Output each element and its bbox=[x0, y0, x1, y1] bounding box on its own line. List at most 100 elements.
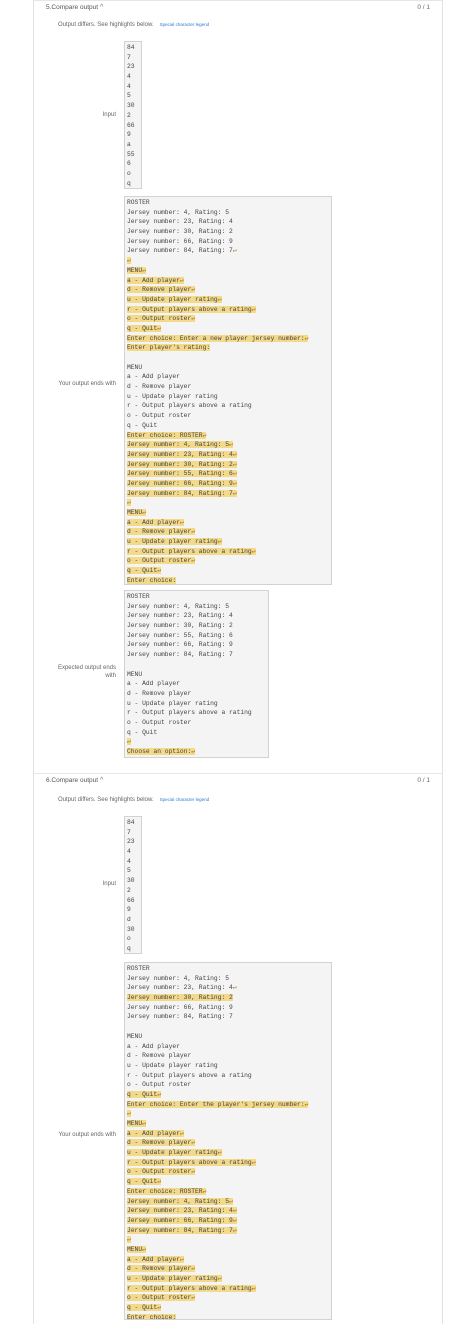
output-line: u - Update player rating↵ bbox=[127, 1148, 329, 1158]
output-line-text: u - Update player rating bbox=[127, 699, 218, 707]
section-title[interactable]: 5.Compare output ^ bbox=[46, 4, 103, 11]
output-line-text: a - Add player bbox=[127, 1129, 180, 1137]
output-line: ↵ bbox=[127, 1109, 329, 1119]
output-line-text: r - Output players above a rating bbox=[127, 1158, 252, 1166]
newline-icon: ↵ bbox=[179, 276, 184, 284]
output-line-text: r - Output players above a rating bbox=[127, 305, 252, 313]
section-title-text: 6.Compare output bbox=[46, 777, 99, 784]
newline-icon: ↵ bbox=[127, 738, 131, 746]
input-line: 2 bbox=[127, 886, 131, 894]
input-line: o bbox=[127, 169, 131, 177]
output-line-text: u - Update player rating bbox=[127, 1061, 218, 1069]
newline-icon: ↵ bbox=[142, 266, 146, 274]
output-line-text: ROSTER bbox=[127, 965, 150, 972]
your-output-label: Your output ends with bbox=[58, 1132, 117, 1138]
output-line: MENU bbox=[127, 670, 266, 680]
input-line: 2 bbox=[127, 111, 131, 119]
special-character-legend-link[interactable]: Special character legend bbox=[160, 22, 210, 27]
newline-icon: ↵ bbox=[229, 441, 233, 449]
output-line-text: o - Output roster bbox=[127, 412, 192, 420]
output-line-text: q - Quit bbox=[127, 1090, 158, 1098]
output-line-text: u - Update player rating bbox=[127, 538, 218, 546]
input-line: q bbox=[127, 179, 131, 187]
output-line: MENU↵ bbox=[127, 508, 329, 518]
chevron-up-icon[interactable]: ^ bbox=[100, 4, 103, 11]
output-line-text: q - Quit bbox=[127, 324, 158, 332]
section-header[interactable]: 5.Compare output ^ 0 / 1 bbox=[34, 0, 442, 16]
expected-output-box: ROSTER Jersey number: 4, Rating: 5 Jersey … bbox=[124, 590, 269, 758]
output-line: o - Output roster↵ bbox=[127, 1293, 329, 1303]
output-line-text: a - Add player bbox=[127, 680, 180, 688]
output-line: Jersey number: 66, Rating: 9 bbox=[127, 237, 329, 247]
output-line-text: d - Remove player bbox=[127, 1265, 192, 1273]
output-line: d - Remove player↵ bbox=[127, 285, 329, 295]
output-line-text: ROSTER bbox=[127, 593, 150, 600]
output-line-text: Jersey number: 23, Rating: 4 bbox=[127, 612, 233, 620]
output-line-text: Enter choice: Enter a new player jersey … bbox=[127, 334, 305, 342]
newline-icon: ↵ bbox=[191, 315, 196, 323]
output-line: a - Add player↵ bbox=[127, 276, 329, 286]
summary-text: Output differs. See highlights below. bbox=[58, 797, 154, 803]
output-line: Jersey number: 4, Rating: 5 bbox=[127, 208, 329, 218]
section-header[interactable]: 6.Compare output ^ 0 / 1 bbox=[34, 773, 442, 789]
output-line: ↵ bbox=[127, 737, 266, 747]
output-line: r - Output players above a rating bbox=[127, 708, 266, 718]
output-line: a - Add player bbox=[127, 679, 266, 689]
newline-icon: ↵ bbox=[217, 1275, 222, 1282]
output-line-text: Jersey number: 84, Rating: 7 bbox=[127, 1013, 233, 1021]
output-line-text: Jersey number: 66, Rating: 9 bbox=[127, 1003, 233, 1011]
output-line-text: a - Add player bbox=[127, 518, 180, 526]
output-line: u - Update player rating bbox=[127, 699, 266, 709]
newline-icon: ↵ bbox=[191, 1265, 196, 1273]
score: 0 / 1 bbox=[417, 4, 430, 11]
output-line: q - Quit↵ bbox=[127, 1177, 329, 1187]
output-line: d - Remove player↵ bbox=[127, 1138, 329, 1148]
output-line: Jersey number: 84, Rating: 7↵ bbox=[127, 246, 329, 256]
output-line: Jersey number: 30, Rating: 2 bbox=[127, 993, 329, 1003]
newline-icon: ↵ bbox=[157, 567, 162, 575]
input-line: o bbox=[127, 935, 131, 943]
output-line-text: a - Add player bbox=[127, 276, 180, 284]
output-line-text: Jersey number: 23, Rating: 4 bbox=[127, 1207, 233, 1215]
output-line-text: MENU bbox=[127, 1032, 143, 1040]
input-line: 5 bbox=[127, 867, 131, 875]
input-line: 4 bbox=[127, 857, 131, 865]
output-line: ROSTER bbox=[127, 592, 266, 602]
output-line: Enter choice: bbox=[127, 1313, 329, 1319]
output-line: Jersey number: 66, Rating: 9↵ bbox=[127, 479, 329, 489]
your-output-box: ROSTER Jersey number: 4, Rating: 5 Jersey … bbox=[124, 962, 332, 1320]
input-line: 4 bbox=[127, 73, 131, 81]
output-line: MENU↵ bbox=[127, 1245, 329, 1255]
output-line-text: q - Quit bbox=[127, 421, 158, 429]
newline-icon: ↵ bbox=[217, 295, 222, 303]
newline-icon: ↵ bbox=[232, 1207, 237, 1215]
output-line: ↵ bbox=[127, 1235, 329, 1245]
output-line: a - Add player↵ bbox=[127, 1255, 329, 1265]
newline-icon: ↵ bbox=[232, 460, 237, 468]
output-line: a - Add player↵ bbox=[127, 1129, 329, 1139]
output-line-text: u - Update player rating bbox=[127, 1149, 218, 1157]
newline-icon: ↵ bbox=[191, 1294, 196, 1302]
input-line: 6 bbox=[127, 160, 131, 168]
chevron-up-icon[interactable]: ^ bbox=[100, 777, 103, 784]
newline-icon: ↵ bbox=[202, 1187, 207, 1195]
output-line-text: Jersey number: 66, Rating: 9 bbox=[127, 237, 233, 245]
output-line-text: r - Output players above a rating bbox=[127, 709, 252, 717]
input-line: d bbox=[127, 915, 131, 923]
newline-icon: ↵ bbox=[232, 470, 237, 478]
newline-icon: ↵ bbox=[191, 557, 196, 565]
input-line: 7 bbox=[127, 53, 131, 61]
output-line: o - Output roster↵ bbox=[127, 556, 329, 566]
output-line-text: Jersey number: 66, Rating: 9 bbox=[127, 479, 233, 487]
output-line-text: r - Output players above a rating bbox=[127, 1284, 252, 1292]
output-line: Jersey number: 55, Rating: 6↵ bbox=[127, 469, 329, 479]
newline-icon: ↵ bbox=[142, 509, 146, 516]
special-character-legend-link[interactable]: Special character legend bbox=[160, 797, 210, 802]
newline-icon: ↵ bbox=[191, 1139, 196, 1147]
newline-icon: ↵ bbox=[304, 334, 309, 342]
newline-icon: ↵ bbox=[217, 1149, 222, 1157]
section-title[interactable]: 6.Compare output ^ bbox=[46, 777, 103, 784]
output-line-text: Jersey number: 30, Rating: 2 bbox=[127, 460, 233, 468]
output-line-text: Enter choice: bbox=[127, 576, 177, 584]
